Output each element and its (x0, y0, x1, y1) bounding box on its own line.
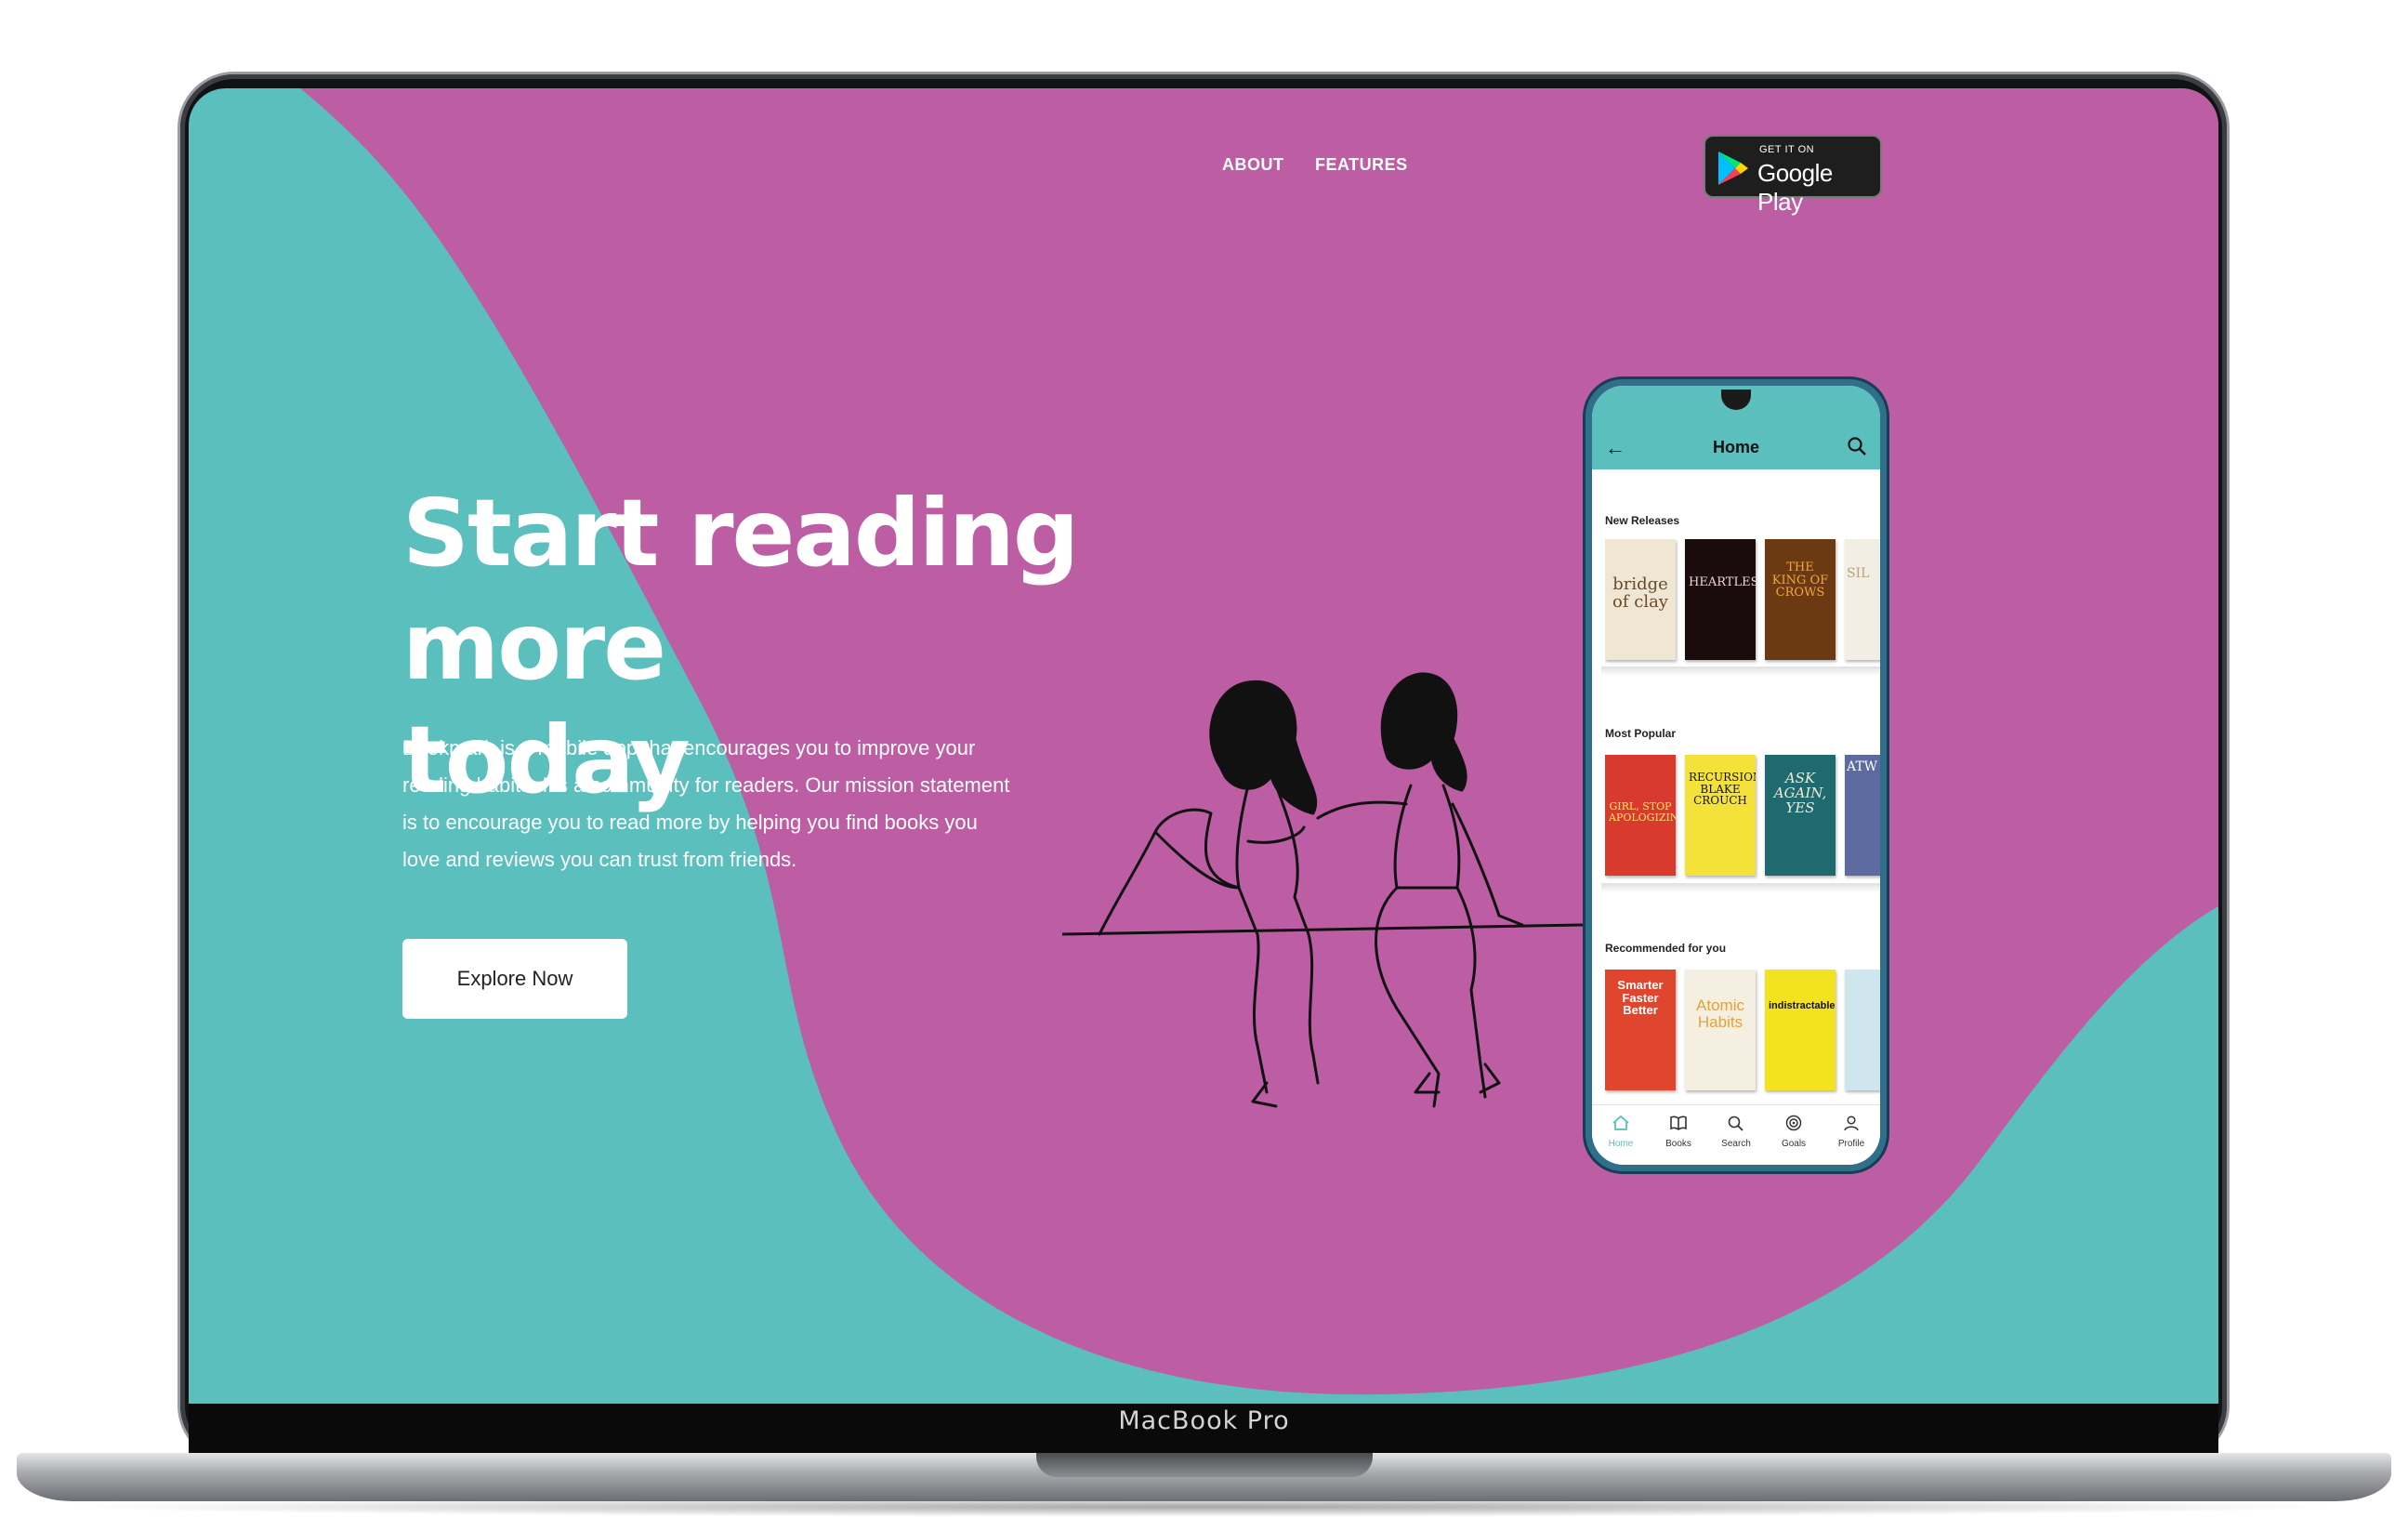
book-cover[interactable]: SIL (1845, 539, 1880, 660)
book-cover[interactable]: bridge of clay (1605, 539, 1676, 660)
tab-goals[interactable]: Goals (1766, 1105, 1822, 1165)
home-icon (1612, 1115, 1629, 1130)
section-label-recommended: Recommended for you (1605, 942, 1727, 955)
row-divider (1601, 667, 1880, 676)
user-icon (1844, 1115, 1859, 1131)
google-play-button[interactable]: GET IT ON Google Play (1704, 135, 1882, 216)
target-icon (1785, 1115, 1802, 1131)
explore-now-button[interactable]: Explore Now (402, 939, 627, 1019)
phone-tab-bar: Home Books Search Goals Profile (1592, 1104, 1880, 1165)
website-screen: ABOUT FEATURES GET IT ON Google Play Sta… (189, 88, 2218, 1404)
book-cover[interactable]: THE KING OF CROWS (1765, 539, 1836, 660)
book-cover[interactable]: RECURSION BLAKE CROUCH (1685, 755, 1756, 876)
search-icon[interactable] (1847, 436, 1867, 456)
hero-description: Bookmark is a mobile app that encourages… (402, 736, 1010, 871)
search-icon (1728, 1115, 1743, 1131)
tab-label: Search (1721, 1139, 1751, 1149)
nav-about-link[interactable]: ABOUT (1222, 155, 1284, 175)
tab-profile[interactable]: Profile (1823, 1105, 1879, 1165)
book-cover[interactable]: HEARTLESS (1685, 539, 1756, 660)
book-cover[interactable] (1845, 970, 1880, 1090)
book-cover[interactable]: Atomic Habits (1685, 970, 1756, 1090)
nav-features-link[interactable]: FEATURES (1315, 155, 1408, 175)
google-play-icon (1718, 152, 1748, 185)
section-label-most-popular: Most Popular (1605, 727, 1677, 740)
laptop-brand: MacBook Pro (1118, 1406, 1290, 1435)
book-cover[interactable]: ASK AGAIN, YES (1765, 755, 1836, 876)
row-divider (1601, 883, 1880, 892)
new-releases-row[interactable]: bridge of clay HEARTLESS THE KING OF CRO… (1605, 539, 1880, 669)
book-cover[interactable]: indistractable (1765, 970, 1836, 1090)
tab-books[interactable]: Books (1651, 1105, 1706, 1165)
tab-search[interactable]: Search (1708, 1105, 1764, 1165)
laptop-notch (1036, 1453, 1373, 1477)
phone-title: Home (1712, 438, 1759, 456)
phone-screen: ← Home New Releases bridge of clay HEART… (1592, 386, 1880, 1165)
recommended-row[interactable]: Smarter Faster Better Atomic Habits indi… (1605, 970, 1880, 1100)
two-women-illustration (1062, 672, 1583, 1108)
section-label-new-releases: New Releases (1605, 514, 1680, 527)
tab-label: Profile (1837, 1139, 1865, 1149)
tab-label: Home (1608, 1139, 1634, 1149)
tab-label: Goals (1781, 1139, 1807, 1149)
phone-mockup: ← Home New Releases bridge of clay HEART… (1586, 379, 1887, 1171)
hero-headline-line1: Start reading more (402, 479, 1079, 701)
book-cover[interactable]: Smarter Faster Better (1605, 970, 1676, 1090)
tab-label: Books (1665, 1139, 1691, 1149)
tab-home[interactable]: Home (1593, 1105, 1649, 1165)
most-popular-row[interactable]: GIRL, STOP APOLOGIZING RECURSION BLAKE C… (1605, 755, 1880, 885)
book-cover[interactable]: ATW (1845, 755, 1880, 876)
book-icon (1670, 1115, 1687, 1130)
google-play-large-label: Google Play (1757, 159, 1833, 216)
google-play-small-label: GET IT ON (1759, 144, 1815, 155)
book-cover[interactable]: GIRL, STOP APOLOGIZING (1605, 755, 1676, 876)
